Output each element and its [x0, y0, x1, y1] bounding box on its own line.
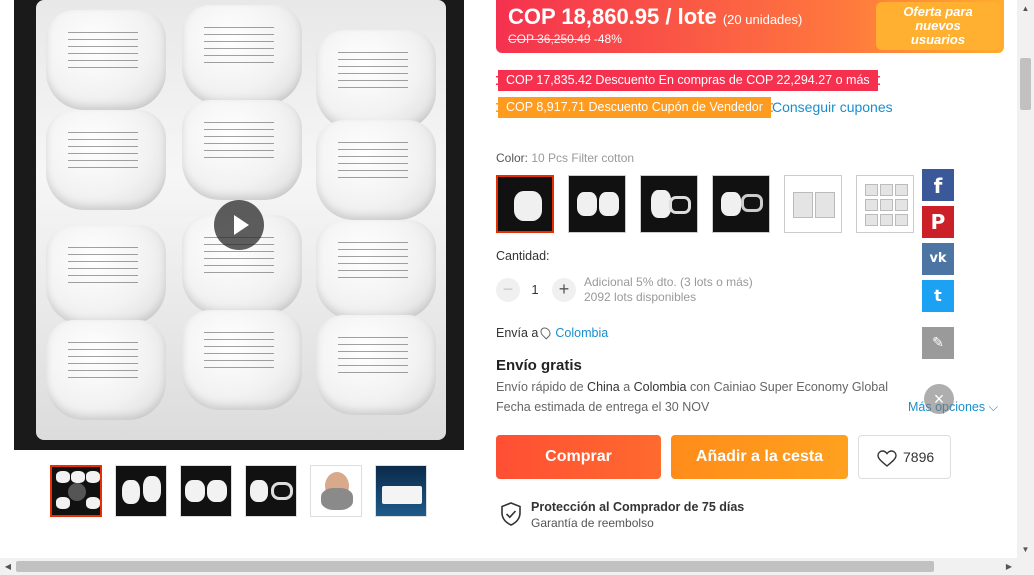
- swatch-5[interactable]: [784, 175, 842, 233]
- thumbnail-2[interactable]: [115, 465, 167, 517]
- ship-to-country[interactable]: Colombia: [555, 326, 608, 340]
- scroll-left-arrow[interactable]: ◀: [0, 558, 16, 575]
- play-icon[interactable]: [214, 200, 264, 250]
- selected-color: 10 Pcs Filter cotton: [531, 151, 635, 165]
- edit-icon[interactable]: ✎: [922, 327, 954, 359]
- delivery-estimate: Fecha estimada de entrega el 30 NOV: [496, 400, 710, 414]
- shield-check-icon: [501, 502, 521, 526]
- shipping-method: Envío rápido de China a Colombia con Cai…: [496, 380, 888, 394]
- quantity-note: Adicional 5% dto. (3 lots o más) 2092 lo…: [584, 275, 753, 305]
- swatch-filter-cotton[interactable]: [496, 175, 554, 233]
- pinterest-icon[interactable]: P: [922, 206, 954, 238]
- color-swatches: [496, 175, 914, 233]
- thumbnail-6[interactable]: [375, 465, 427, 517]
- wishlist-count: 7896: [903, 449, 935, 465]
- facebook-icon[interactable]: f: [922, 169, 954, 201]
- free-shipping-title: Envío gratis: [496, 357, 582, 374]
- scroll-right-arrow[interactable]: ▶: [1001, 558, 1017, 575]
- swatch-3[interactable]: [640, 175, 698, 233]
- close-icon[interactable]: ×: [924, 384, 954, 414]
- play-icon: [68, 483, 86, 501]
- product-page: COP 18,860.95 / lote (20 unidades) COP 3…: [0, 0, 1034, 575]
- horizontal-scroll-thumb[interactable]: [16, 561, 934, 572]
- thumbnail-3[interactable]: [180, 465, 232, 517]
- price-units: (20 unidades): [722, 12, 803, 27]
- original-price: COP 36,250.49 -48%: [508, 32, 622, 46]
- vertical-scrollbar[interactable]: ▲ ▼: [1017, 0, 1034, 558]
- thumbnail-4[interactable]: [245, 465, 297, 517]
- vk-icon[interactable]: vk: [922, 243, 954, 275]
- new-user-promo-tag[interactable]: Oferta para nuevos usuarios: [876, 2, 1000, 50]
- swatch-6[interactable]: [856, 175, 914, 233]
- quantity-decrease-button[interactable]: −: [496, 278, 520, 302]
- scroll-up-arrow[interactable]: ▲: [1017, 0, 1034, 17]
- bulk-discount-note: Adicional 5% dto. (3 lots o más): [584, 275, 753, 289]
- swatch-4[interactable]: [712, 175, 770, 233]
- thumbnail-video[interactable]: [50, 465, 102, 517]
- discount-percent: -48%: [593, 32, 622, 46]
- store-discount-coupon: COP 17,835.42 Descuento En compras de CO…: [496, 70, 880, 91]
- quantity-input[interactable]: 1: [526, 282, 544, 297]
- twitter-icon[interactable]: t: [922, 280, 954, 312]
- ship-to: Envía a Colombia: [496, 325, 609, 340]
- swatch-2[interactable]: [568, 175, 626, 233]
- scroll-down-arrow[interactable]: ▼: [1017, 541, 1034, 558]
- get-coupons-link[interactable]: Conseguir cupones: [772, 99, 893, 115]
- original-price-value: COP 36,250.49: [508, 32, 591, 46]
- quantity-label: Cantidad:: [496, 249, 550, 263]
- current-price: COP 18,860.95 / lote (20 unidades): [508, 4, 803, 29]
- main-product-image[interactable]: [14, 0, 464, 450]
- heart-icon: [877, 450, 897, 467]
- protection-subtitle: Garantía de reembolso: [531, 516, 654, 530]
- image-thumbnails: [50, 465, 427, 517]
- seller-coupon: COP 8,917.71 Descuento Cupón de Vendedor: [496, 97, 773, 118]
- quantity-increase-button[interactable]: +: [552, 278, 576, 302]
- available-stock: 2092 lots disponibles: [584, 290, 697, 304]
- thumbnail-5[interactable]: [310, 465, 362, 517]
- horizontal-scrollbar[interactable]: ◀ ▶: [0, 558, 1034, 575]
- buy-now-button[interactable]: Comprar: [496, 435, 661, 479]
- add-to-cart-button[interactable]: Añadir a la cesta: [671, 435, 848, 479]
- protection-title: Protección al Comprador de 75 días: [531, 500, 745, 514]
- vertical-scroll-thumb[interactable]: [1020, 58, 1031, 110]
- location-pin-icon: [538, 325, 553, 340]
- price-banner: COP 18,860.95 / lote (20 unidades) COP 3…: [496, 0, 1004, 53]
- color-label: Color: 10 Pcs Filter cotton: [496, 151, 635, 165]
- wishlist-button[interactable]: 7896: [858, 435, 951, 479]
